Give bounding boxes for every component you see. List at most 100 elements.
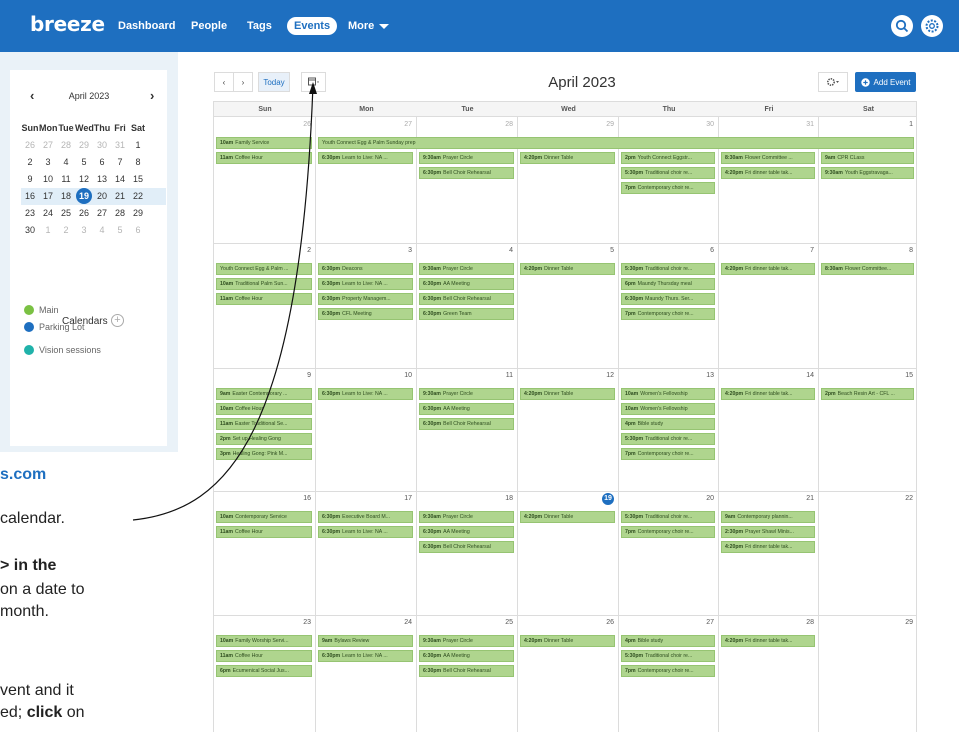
calendar-event[interactable]: 11am Coffee Hour (216, 526, 312, 538)
calendar-event[interactable]: 4:20pm Dinner Table (520, 152, 615, 164)
day-number[interactable]: 21 (774, 495, 814, 502)
calendar-event[interactable]: 6pm Ecumenical Social Jus... (216, 665, 312, 677)
calendar-item-vision-sessions[interactable]: Vision sessions (24, 345, 101, 355)
calendar-event[interactable]: 9am Easter Contemporary ... (216, 388, 312, 400)
day-number[interactable]: 23 (271, 619, 311, 626)
mini-calendar-day[interactable]: 6 (129, 222, 147, 239)
day-number[interactable]: 13 (674, 372, 714, 379)
mini-calendar-day[interactable]: 3 (75, 222, 93, 239)
calendar-event[interactable]: 3pm Healing Gong: Pink M... (216, 448, 312, 460)
calendar-event[interactable]: 6:30pm Learn to Live: NA ... (318, 152, 413, 164)
mini-calendar-day[interactable]: 29 (129, 205, 147, 222)
calendar-event[interactable]: 7pm Contemporary choir re... (621, 665, 715, 677)
mini-calendar-day[interactable]: 10 (39, 171, 57, 188)
breeze-logo[interactable]: breeze (30, 12, 105, 36)
day-number[interactable]: 27 (372, 121, 412, 128)
mini-calendar-day[interactable]: 24 (39, 205, 57, 222)
mini-calendar-day[interactable]: 13 (93, 171, 111, 188)
mini-calendar-day[interactable]: 22 (129, 188, 147, 205)
calendar-event[interactable]: Youth Connect Egg & Palm Sunday prep (318, 137, 914, 149)
calendar-event[interactable]: 6:30pm Deacons (318, 263, 413, 275)
calendar-event[interactable]: 6:30pm Bell Choir Rehearsal (419, 167, 514, 179)
mini-calendar-day[interactable]: 12 (75, 171, 93, 188)
day-number[interactable]: 15 (873, 372, 913, 379)
mini-calendar-day[interactable]: 2 (21, 154, 39, 171)
day-number[interactable]: 29 (574, 121, 614, 128)
day-number[interactable]: 28 (774, 619, 814, 626)
day-number[interactable]: 22 (873, 495, 913, 502)
day-number[interactable]: 28 (473, 121, 513, 128)
calendar-event[interactable]: 9am Contemporary plannin... (721, 511, 815, 523)
calendar-event[interactable]: 4:20pm Dinner Table (520, 263, 615, 275)
day-number[interactable]: 25 (473, 619, 513, 626)
calendar-event[interactable]: 4:20pm Fri dinner table tak... (721, 541, 815, 553)
today-button[interactable]: Today (258, 72, 290, 92)
calendar-event[interactable]: 11am Easter Traditional Se... (216, 418, 312, 430)
calendar-event[interactable]: 10am Family Service (216, 137, 312, 149)
calendar-event[interactable]: 10am Women's Fellowship (621, 403, 715, 415)
add-event-button[interactable]: Add Event (855, 72, 916, 92)
mini-calendar-day[interactable]: 4 (57, 154, 75, 171)
calendar-event[interactable]: 11am Coffee Hour (216, 293, 312, 305)
next-month-button[interactable]: › (233, 72, 253, 92)
mini-calendar-day[interactable]: 31 (111, 137, 129, 154)
mini-calendar-day[interactable]: 27 (93, 205, 111, 222)
day-number[interactable]: 29 (873, 619, 913, 626)
calendar-event[interactable]: 2pm Beach Resin Art - CFL ... (821, 388, 914, 400)
day-number[interactable]: 7 (774, 247, 814, 254)
calendar-event[interactable]: 11am Coffee Hour (216, 650, 312, 662)
calendar-event[interactable]: 10am Contemporary Service (216, 511, 312, 523)
day-number[interactable]: 6 (674, 247, 714, 254)
mini-calendar-day[interactable]: 16 (21, 188, 39, 205)
nav-more[interactable]: More (348, 20, 390, 32)
day-number[interactable]: 11 (473, 372, 513, 379)
day-number[interactable]: 9 (271, 372, 311, 379)
calendar-event[interactable]: 5:30pm Traditional choir re... (621, 167, 715, 179)
calendar-item-main[interactable]: Main (24, 305, 59, 315)
calendar-event[interactable]: 6:30pm Learn to Live: NA ... (318, 278, 413, 290)
search-button[interactable] (891, 15, 913, 37)
day-number[interactable]: 1 (873, 121, 913, 128)
day-number[interactable]: 27 (674, 619, 714, 626)
prev-month-button[interactable]: ‹ (214, 72, 234, 92)
calendar-event[interactable]: 10am Family Worship Servi... (216, 635, 312, 647)
view-selector-button[interactable] (301, 72, 326, 92)
mini-calendar-day[interactable]: 9 (21, 171, 39, 188)
calendar-event[interactable]: 9am CPR CLass (821, 152, 914, 164)
mini-calendar-next-button[interactable]: › (150, 88, 154, 103)
calendar-event[interactable]: 10am Women's Fellowship (621, 388, 715, 400)
mini-calendar-day[interactable]: 28 (111, 205, 129, 222)
calendar-event[interactable]: 2pm Youth Connect Eggstr... (621, 152, 715, 164)
day-number[interactable]: 24 (372, 619, 412, 626)
calendar-event[interactable]: 6:30pm Learn to Live: NA ... (318, 650, 413, 662)
day-number[interactable]: 26 (574, 619, 614, 626)
mini-calendar-day[interactable]: 1 (129, 137, 147, 154)
mini-calendar-day[interactable]: 28 (57, 137, 75, 154)
calendar-event[interactable]: 7pm Contemporary choir re... (621, 448, 715, 460)
calendar-event[interactable]: 5:30pm Traditional choir re... (621, 511, 715, 523)
calendar-event[interactable]: 5:30pm Traditional choir re... (621, 650, 715, 662)
today-date[interactable]: 19 (602, 493, 614, 505)
calendar-event[interactable]: 8:30am Flower Committee ... (721, 152, 815, 164)
calendar-event[interactable]: 9:30am Prayer Circle (419, 635, 514, 647)
calendar-event[interactable]: 6:30pm Learn to Live: NA ... (318, 526, 413, 538)
calendar-event[interactable]: 10am Coffee Hour (216, 403, 312, 415)
mini-calendar-day[interactable]: 26 (75, 205, 93, 222)
calendar-event[interactable]: 4:20pm Fri dinner table tak... (721, 167, 815, 179)
calendar-event[interactable]: 11am Coffee Hour (216, 152, 312, 164)
calendar-event[interactable]: 6:30pm Bell Choir Rehearsal (419, 293, 514, 305)
calendar-event[interactable]: 9:30am Prayer Circle (419, 388, 514, 400)
calendar-event[interactable]: 6:30pm Bell Choir Rehearsal (419, 541, 514, 553)
mini-calendar-day[interactable]: 8 (129, 154, 147, 171)
mini-calendar-day[interactable]: 30 (93, 137, 111, 154)
calendar-event[interactable]: 5:30pm Traditional choir re... (621, 263, 715, 275)
calendar-event[interactable]: 7pm Contemporary choir re... (621, 182, 715, 194)
day-number[interactable]: 16 (271, 495, 311, 502)
mini-calendar-day[interactable]: 26 (21, 137, 39, 154)
mini-calendar-day[interactable]: 6 (93, 154, 111, 171)
day-number[interactable]: 31 (774, 121, 814, 128)
calendar-event[interactable]: 7pm Contemporary choir re... (621, 308, 715, 320)
calendar-event[interactable]: 9:30am Prayer Circle (419, 152, 514, 164)
calendar-event[interactable]: 4:20pm Dinner Table (520, 388, 615, 400)
day-number[interactable]: 4 (473, 247, 513, 254)
